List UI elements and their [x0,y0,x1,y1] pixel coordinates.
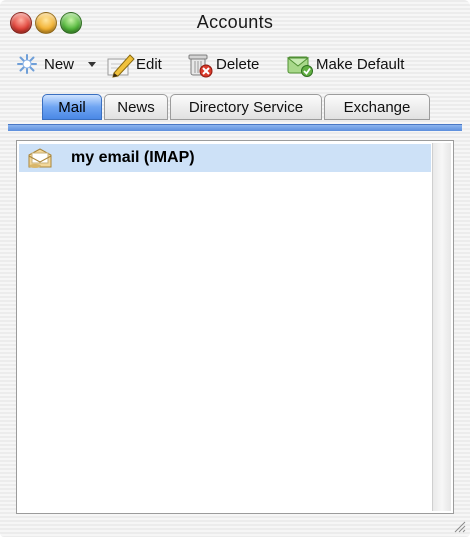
tab-news[interactable]: News [104,94,168,120]
edit-icon [106,51,135,78]
account-label: my email (IMAP) [71,149,195,166]
mail-account-icon [27,147,53,169]
resize-grip-icon[interactable] [452,519,466,533]
tab-bar: Mail News Directory Service Exchange [0,88,470,124]
chevron-down-icon [88,62,96,67]
toolbar: New Edit Delete Make Default [0,46,470,82]
tab-exchange[interactable]: Exchange [324,94,430,120]
make-default-label: Make Default [316,55,405,73]
tab-directory-service[interactable]: Directory Service [170,94,322,120]
title-bar[interactable]: Accounts [0,0,470,46]
tab-divider [8,124,462,131]
make-default-button[interactable]: Make Default [286,50,404,78]
trash-icon [186,51,213,78]
new-icon [14,51,40,77]
account-row[interactable]: my email (IMAP) [19,144,431,172]
accounts-window: Accounts New Edit Delete Make Default Ma… [0,0,470,537]
new-label: New [44,55,75,73]
delete-button[interactable]: Delete [186,50,259,78]
edit-label: Edit [136,55,162,73]
new-button[interactable]: New [14,50,74,78]
edit-button[interactable]: Edit [106,50,162,78]
account-list[interactable]: my email (IMAP) [16,140,454,514]
vertical-scrollbar[interactable] [432,143,451,511]
tab-mail[interactable]: Mail [42,94,102,120]
delete-label: Delete [216,55,260,73]
make-default-icon [286,51,313,77]
window-title: Accounts [196,12,274,32]
new-menu-arrow[interactable] [86,54,98,74]
